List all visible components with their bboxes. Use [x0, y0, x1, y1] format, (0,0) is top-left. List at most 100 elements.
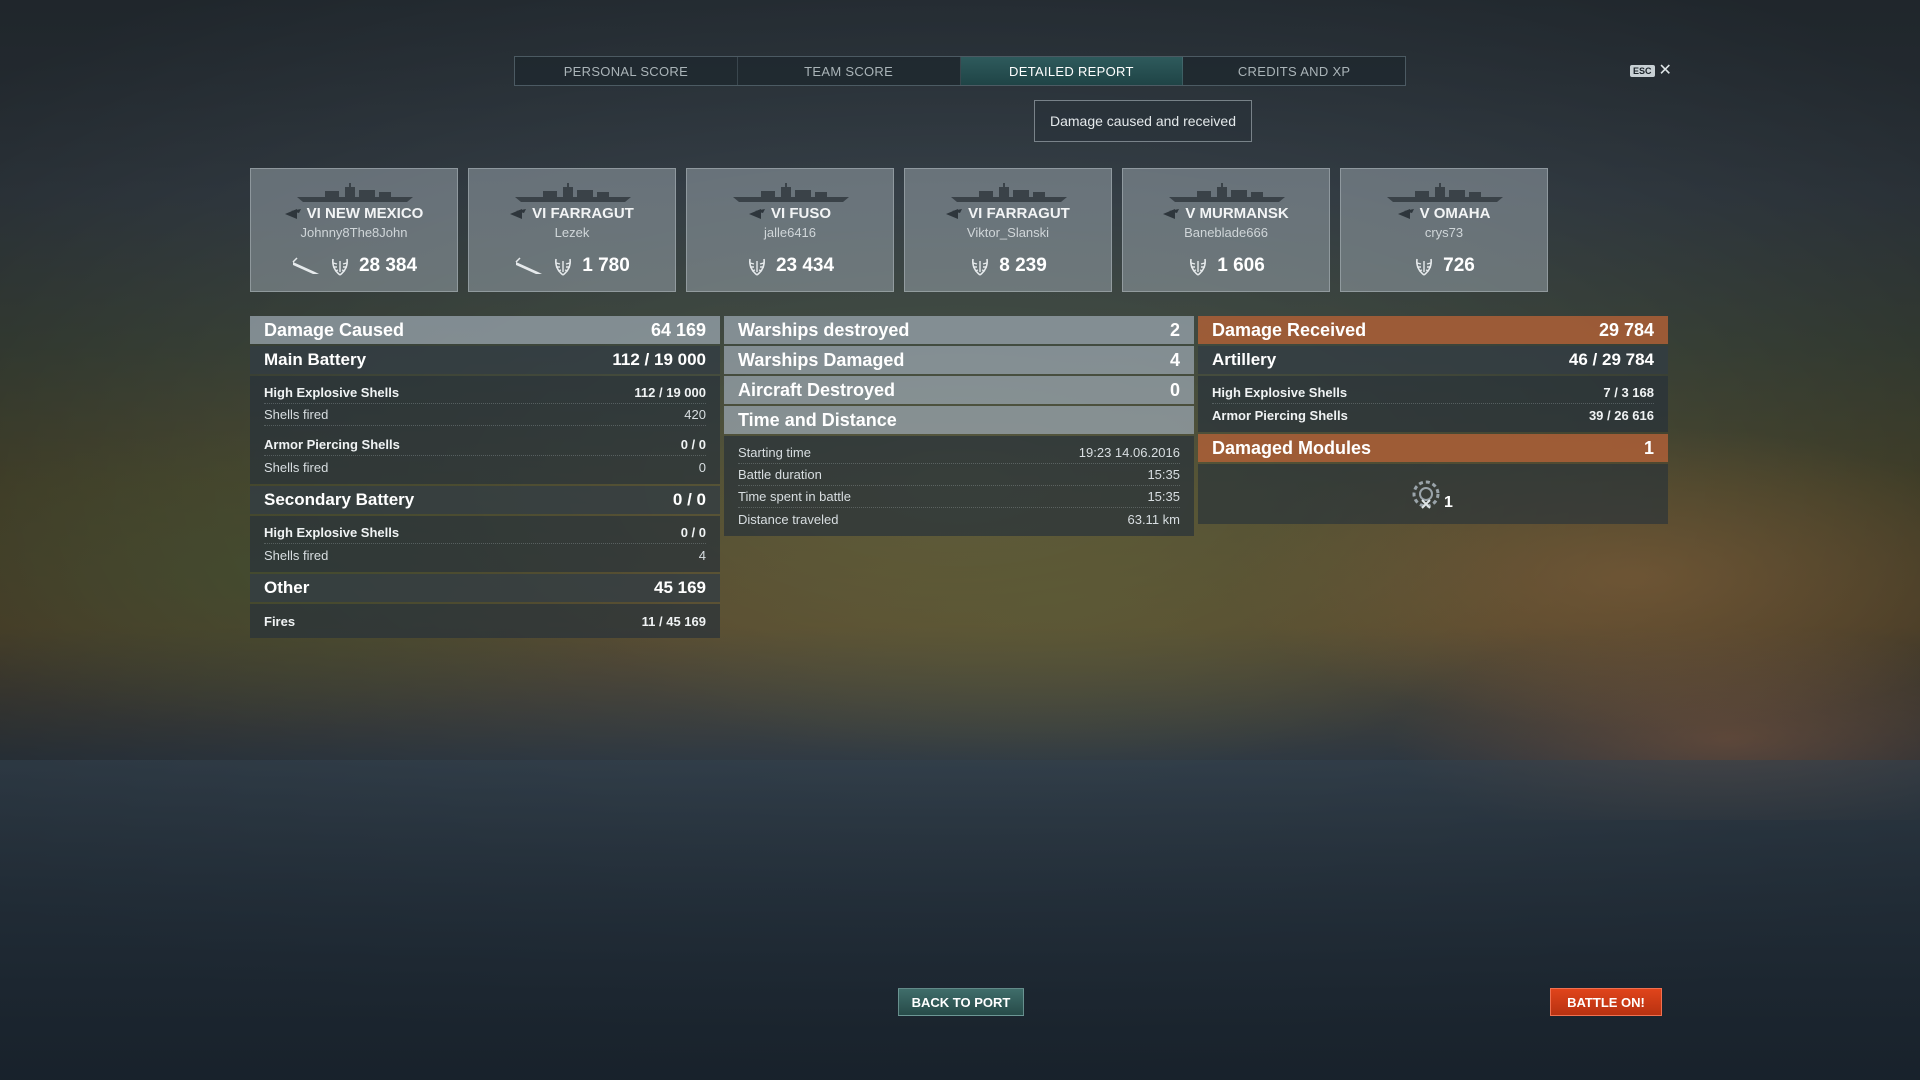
ship-class-icon — [748, 208, 765, 219]
ship-name-row: V MURMANSK — [1123, 205, 1329, 222]
ship-name: V MURMANSK — [1185, 205, 1289, 222]
stat-row: Fires 11 / 45 169 — [264, 610, 706, 632]
secondary-battery-label: Secondary Battery — [264, 490, 415, 509]
damage-received-label: Damage Received — [1212, 319, 1367, 340]
damage-caused-header: Damage Caused 64 169 — [250, 316, 720, 344]
ship-silhouette-icon — [297, 183, 413, 202]
ship-name: VI FARRAGUT — [968, 205, 1070, 222]
stat-row: Armor Piercing Shells 0 / 0 — [264, 434, 706, 456]
artillery-label: Artillery — [1212, 350, 1277, 369]
ship-player-name: Viktor_Slanski — [966, 225, 1050, 240]
stat-row: Starting time 19:23 14.06.2016 — [738, 442, 1180, 464]
stat-value: 420 — [684, 407, 706, 422]
ship-cards: VI NEW MEXICO Johnny8The8John 28 384 VI FAR… — [250, 168, 1548, 292]
stat-value: 63.11 km — [1127, 511, 1180, 527]
ship-player-name: Baneblade666 — [1184, 225, 1268, 240]
stat-label: High Explosive Shells — [264, 525, 400, 540]
time-distance-label: Time and Distance — [738, 409, 897, 430]
stat-value: 7 / 3 168 — [1603, 385, 1654, 400]
stat-row: Distance traveled 63.11 km — [738, 508, 1180, 530]
stat-label: Time spent in battle — [738, 489, 851, 504]
stat-label: Fires — [264, 613, 296, 629]
ship-damage-score: 23 434 — [775, 255, 835, 276]
other-damage-label: Other — [264, 578, 310, 597]
ship-name: VI FUSO — [770, 205, 831, 222]
damage-laurel-icon — [1190, 258, 1207, 276]
ship-damage-score: 28 384 — [358, 255, 418, 276]
ship-score-row: 28 384 — [251, 255, 457, 277]
damage-laurel-icon — [972, 258, 989, 276]
ship-damage-score: 1 606 — [1217, 255, 1265, 276]
torpedo-hit-icon — [515, 257, 543, 274]
ship-score-row: 8 239 — [905, 255, 1111, 277]
damaged-module-count: 1 — [1444, 494, 1453, 511]
ship-name-row: VI FARRAGUT — [905, 205, 1111, 222]
ship-name: VI NEW MEXICO — [306, 205, 424, 222]
warships-damaged-value: 4 — [1169, 349, 1180, 370]
time-distance-details: Starting time 19:23 14.06.2016 Battle du… — [724, 436, 1194, 536]
battle-on-button[interactable]: BATTLE ON! — [1550, 988, 1662, 1016]
damage-laurel-icon — [1416, 258, 1433, 276]
ship-name-row: VI FUSO — [687, 205, 893, 222]
back-to-port-button[interactable]: BACK TO PORT — [898, 988, 1024, 1016]
esc-key-label: ESC — [1630, 65, 1655, 77]
ship-score-row: 1 780 — [469, 255, 675, 277]
damage-received-header: Damage Received 29 784 — [1198, 316, 1668, 344]
ship-score-row: 1 606 — [1123, 255, 1329, 277]
stat-label: High Explosive Shells — [264, 385, 400, 400]
ship-player-name: Lezek — [554, 225, 590, 240]
damage-caused-total: 64 169 — [650, 319, 706, 340]
ship-silhouette-icon — [1169, 183, 1285, 202]
stat-value: 0 / 0 — [680, 525, 706, 540]
damage-laurel-icon — [555, 258, 572, 276]
stat-row: Shells fired 420 — [264, 404, 706, 426]
damage-received-total: 29 784 — [1598, 319, 1654, 340]
warships-destroyed-label: Warships destroyed — [738, 319, 910, 340]
ship-silhouette-icon — [951, 183, 1067, 202]
stat-value: 15:35 — [1147, 467, 1180, 482]
report-tabs: PERSONAL SCORE TEAM SCORE DETAILED REPOR… — [514, 56, 1406, 86]
tab-detailed-report[interactable]: DETAILED REPORT — [960, 57, 1184, 85]
stat-label: Armor Piercing Shells — [1212, 407, 1348, 423]
tab-team-score[interactable]: TEAM SCORE — [738, 57, 961, 85]
tab-personal-score[interactable]: PERSONAL SCORE — [515, 57, 738, 85]
stat-value: 15:35 — [1147, 489, 1180, 504]
stat-label: Armor Piercing Shells — [264, 437, 400, 452]
stat-value: 112 / 19 000 — [634, 385, 706, 400]
stat-value: 4 — [698, 547, 706, 563]
damage-received-panel: Damage Received 29 784 Artillery 46 / 29… — [1198, 316, 1668, 524]
other-damage-header: Other 45 169 — [250, 574, 720, 602]
stat-label: High Explosive Shells — [1212, 385, 1348, 400]
ship-damage-score: 1 780 — [582, 255, 630, 276]
ship-damage-score: 726 — [1443, 255, 1475, 276]
tab-credits-and-xp[interactable]: CREDITS AND XP — [1183, 57, 1405, 85]
stat-label: Starting time — [738, 445, 811, 460]
warships-destroyed-value: 2 — [1169, 319, 1180, 340]
aircraft-destroyed-value: 0 — [1169, 379, 1180, 400]
damage-laurel-icon — [748, 258, 765, 276]
ship-card: V MURMANSK Baneblade666 1 606 — [1122, 168, 1330, 292]
other-damage-details: Fires 11 / 45 169 — [250, 604, 720, 638]
ship-silhouette-icon — [733, 183, 849, 202]
aircraft-destroyed-row: Aircraft Destroyed 0 — [724, 376, 1194, 404]
damaged-modules-value: 1 — [1643, 437, 1654, 458]
ship-player-name: jalle6416 — [763, 225, 817, 240]
ship-card: VI FARRAGUT Viktor_Slanski 8 239 — [904, 168, 1112, 292]
ship-card: V OMAHA crys73 726 — [1340, 168, 1548, 292]
stat-row: High Explosive Shells 112 / 19 000 — [264, 382, 706, 404]
time-distance-header: Time and Distance — [724, 406, 1194, 434]
main-battery-label: Main Battery — [264, 350, 367, 369]
close-button[interactable]: ESC ✕ — [1630, 63, 1672, 79]
stat-value: 39 / 26 616 — [1588, 407, 1654, 423]
stat-row: Time spent in battle 15:35 — [738, 486, 1180, 508]
damage-caused-label: Damage Caused — [264, 319, 405, 340]
artillery-details: High Explosive Shells 7 / 3 168 Armor Pi… — [1198, 376, 1668, 432]
stat-label: Distance traveled — [738, 511, 839, 527]
stat-row: Shells fired 4 — [264, 544, 706, 566]
stat-row: Battle duration 15:35 — [738, 464, 1180, 486]
stat-label: Shells fired — [264, 407, 329, 422]
aircraft-destroyed-label: Aircraft Destroyed — [738, 379, 896, 400]
warships-damaged-label: Warships Damaged — [738, 349, 905, 370]
damaged-module-icon — [1412, 480, 1440, 509]
main-battery-header: Main Battery 112 / 19 000 — [250, 346, 720, 374]
